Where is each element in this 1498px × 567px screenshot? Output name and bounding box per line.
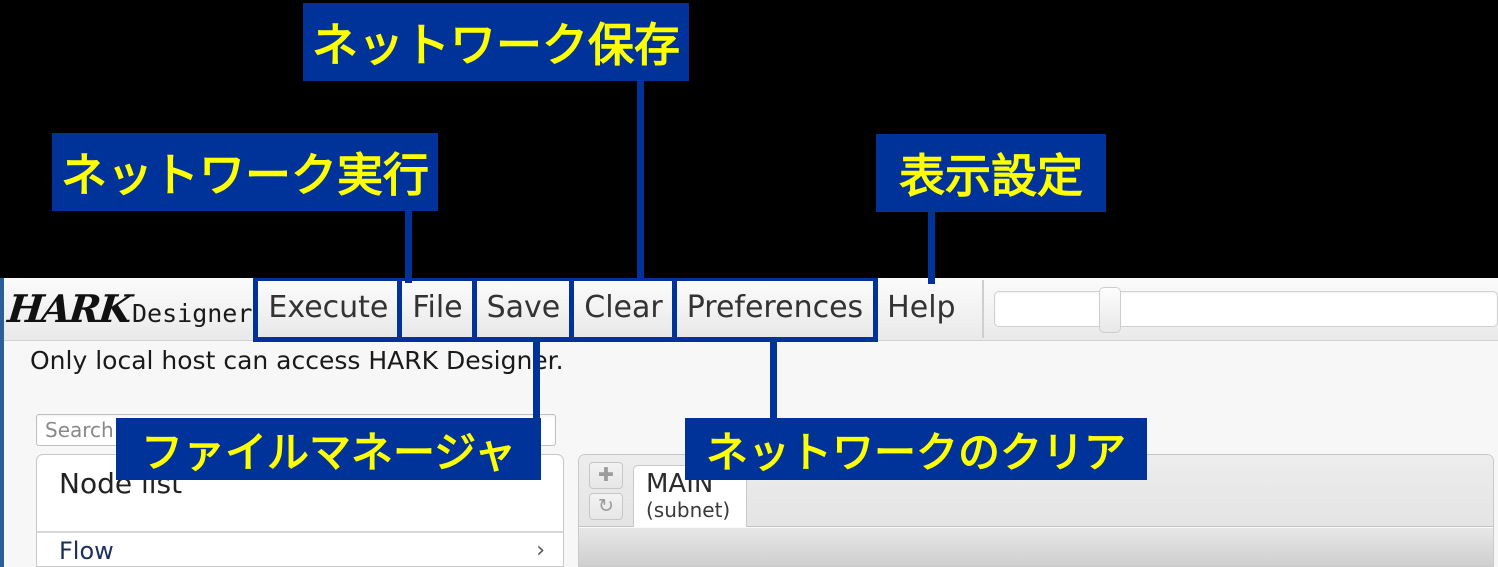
access-notice: Only local host can access HARK Designer… <box>30 346 564 375</box>
list-item[interactable]: Flow › <box>37 532 563 566</box>
annotation-save-network: ネットワーク保存 <box>303 3 689 81</box>
window-left-edge <box>0 278 4 567</box>
list-item-label: Flow <box>59 536 114 565</box>
reload-subnet-icon[interactable]: ↻ <box>589 492 623 520</box>
menu-item-save[interactable]: Save <box>471 278 576 342</box>
toolbar-slider-handle[interactable] <box>1098 287 1121 333</box>
annotation-leader-save-network <box>637 81 644 281</box>
designer-wordmark: Designer <box>132 299 253 328</box>
menu-bar: HARK Designer Execute File Save Clear Pr… <box>0 278 1498 342</box>
chevron-right-icon: › <box>536 538 545 563</box>
annotation-leader-execute-network <box>405 211 412 283</box>
add-subnet-icon[interactable]: ✚ <box>589 461 623 489</box>
hark-designer-logo: HARK Designer <box>0 286 256 331</box>
menu-item-execute[interactable]: Execute <box>253 278 404 342</box>
annotation-leader-clear-network <box>770 340 777 420</box>
toolbar-slider[interactable] <box>993 287 1498 333</box>
menu-item-help[interactable]: Help <box>875 279 967 339</box>
annotation-clear-network: ネットワークのクリア <box>685 418 1147 480</box>
annotation-execute-network: ネットワーク実行 <box>52 133 438 211</box>
annotation-leader-display-settings <box>928 212 935 284</box>
menu-divider <box>981 280 984 338</box>
menu-item-preferences[interactable]: Preferences <box>671 278 879 342</box>
annotation-display-settings: 表示設定 <box>876 134 1106 212</box>
tab-tools: ✚ ↻ <box>589 461 623 520</box>
annotation-file-manager: ファイルマネージャ <box>116 418 541 480</box>
menu-item-clear[interactable]: Clear <box>569 278 678 342</box>
hark-wordmark: HARK <box>5 286 133 331</box>
network-canvas[interactable] <box>579 528 1493 566</box>
annotation-leader-file-manager <box>533 340 540 420</box>
tab-main-kind: (subnet) <box>646 497 731 522</box>
menu-item-file[interactable]: File <box>397 278 478 342</box>
